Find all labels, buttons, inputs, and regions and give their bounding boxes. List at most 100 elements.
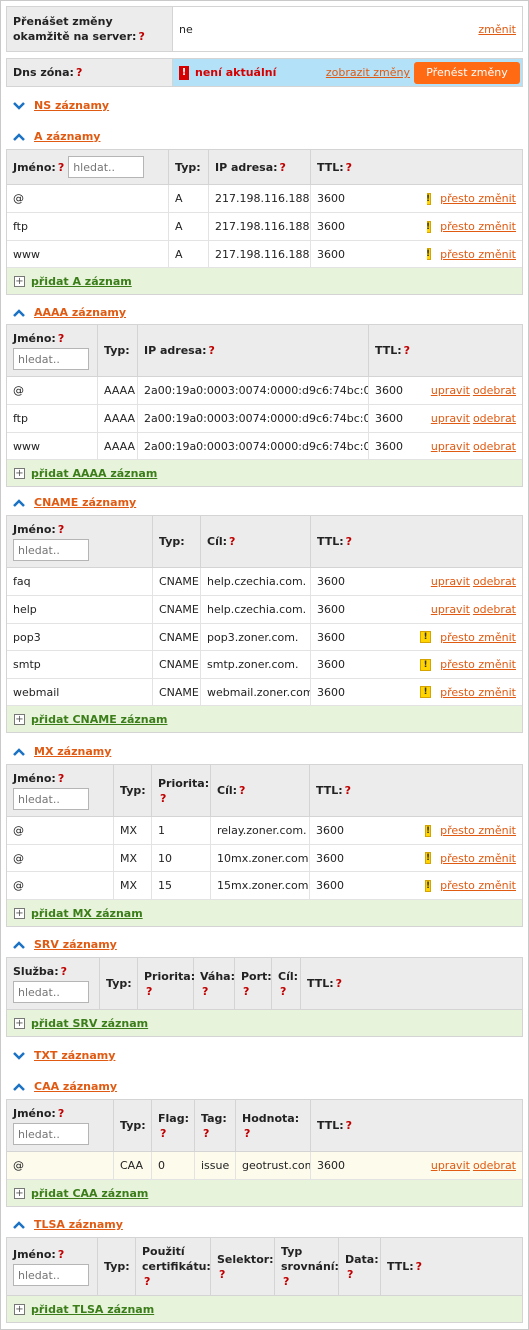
help-icon[interactable]: ? bbox=[345, 783, 351, 798]
remove-link[interactable]: odebrat bbox=[473, 384, 516, 397]
force-change-link[interactable]: přesto změnit bbox=[440, 631, 516, 644]
mx-section-link[interactable]: MX záznamy bbox=[34, 745, 111, 758]
name-search-input[interactable] bbox=[13, 1123, 89, 1145]
add-aaaa-row[interactable]: + přidat AAAA záznam bbox=[7, 460, 522, 486]
add-caa-link[interactable]: přidat CAA záznam bbox=[31, 1187, 148, 1200]
add-cname-link[interactable]: přidat CNAME záznam bbox=[31, 713, 167, 726]
help-icon[interactable]: ? bbox=[336, 976, 342, 991]
help-icon[interactable]: ? bbox=[58, 332, 64, 345]
help-icon[interactable]: ? bbox=[58, 523, 64, 536]
force-change-link[interactable]: přesto změnit bbox=[440, 879, 516, 892]
help-icon[interactable]: ? bbox=[202, 984, 208, 999]
force-change-link[interactable]: přesto změnit bbox=[440, 192, 516, 205]
help-icon[interactable]: ? bbox=[58, 1107, 64, 1120]
help-icon[interactable]: ? bbox=[58, 1248, 64, 1261]
chevron-down-icon bbox=[13, 1051, 25, 1060]
edit-link[interactable]: upravit bbox=[431, 440, 470, 453]
help-icon[interactable]: ? bbox=[280, 984, 286, 999]
txt-section-header[interactable]: TXT záznamy bbox=[13, 1049, 115, 1062]
srv-section-link[interactable]: SRV záznamy bbox=[34, 938, 117, 951]
edit-link[interactable]: upravit bbox=[431, 412, 470, 425]
help-icon[interactable]: ? bbox=[280, 160, 286, 175]
add-mx-row[interactable]: + přidat MX záznam bbox=[7, 900, 522, 926]
force-change-link[interactable]: přesto změnit bbox=[440, 248, 516, 261]
txt-section-link[interactable]: TXT záznamy bbox=[34, 1049, 115, 1062]
add-srv-row[interactable]: + přidat SRV záznam bbox=[7, 1010, 522, 1036]
caa-section-link[interactable]: CAA záznamy bbox=[34, 1080, 117, 1093]
mx-section-header[interactable]: MX záznamy bbox=[13, 745, 111, 758]
table-row: @ A 217.198.116.188 3600 !přesto změnit bbox=[7, 185, 522, 213]
remove-link[interactable]: odebrat bbox=[473, 412, 516, 425]
help-icon[interactable]: ? bbox=[203, 1126, 209, 1141]
remove-link[interactable]: odebrat bbox=[473, 603, 516, 616]
ns-section-link[interactable]: NS záznamy bbox=[34, 99, 109, 112]
help-icon[interactable]: ? bbox=[239, 783, 245, 798]
edit-link[interactable]: upravit bbox=[431, 384, 470, 397]
help-icon[interactable]: ? bbox=[244, 1126, 250, 1141]
add-a-link[interactable]: přidat A záznam bbox=[31, 275, 132, 288]
edit-link[interactable]: upravit bbox=[431, 575, 470, 588]
add-tlsa-row[interactable]: + přidat TLSA záznam bbox=[7, 1296, 522, 1322]
force-change-link[interactable]: přesto změnit bbox=[440, 852, 516, 865]
ns-section-header[interactable]: NS záznamy bbox=[13, 99, 109, 112]
help-icon[interactable]: ? bbox=[347, 1267, 353, 1282]
a-section-link[interactable]: A záznamy bbox=[34, 130, 100, 143]
tlsa-section-link[interactable]: TLSA záznamy bbox=[34, 1218, 123, 1231]
force-change-link[interactable]: přesto změnit bbox=[440, 686, 516, 699]
help-icon[interactable]: ? bbox=[160, 791, 166, 806]
help-icon[interactable]: ? bbox=[229, 534, 235, 549]
aaaa-section-link[interactable]: AAAA záznamy bbox=[34, 306, 126, 319]
col-name: Jméno:? bbox=[7, 516, 153, 567]
name-search-input[interactable] bbox=[13, 348, 89, 370]
show-changes-link[interactable]: zobrazit změny bbox=[326, 66, 410, 79]
help-icon[interactable]: ? bbox=[346, 1118, 352, 1133]
remove-link[interactable]: odebrat bbox=[473, 1159, 516, 1172]
col-usage: Použití certifikátu:? bbox=[136, 1238, 211, 1295]
help-icon[interactable]: ? bbox=[283, 1274, 289, 1289]
add-srv-link[interactable]: přidat SRV záznam bbox=[31, 1017, 148, 1030]
remove-link[interactable]: odebrat bbox=[473, 575, 516, 588]
help-icon[interactable]: ? bbox=[76, 65, 82, 80]
table-row: pop3 CNAME pop3.zoner.com. 3600 ! přesto … bbox=[7, 624, 522, 651]
push-changes-button[interactable]: Přenést změny bbox=[414, 61, 520, 84]
help-icon[interactable]: ? bbox=[219, 1267, 225, 1282]
add-cname-row[interactable]: + přidat CNAME záznam bbox=[7, 706, 522, 732]
name-search-input[interactable] bbox=[13, 539, 89, 561]
help-icon[interactable]: ? bbox=[146, 984, 152, 999]
help-icon[interactable]: ? bbox=[160, 1126, 166, 1141]
force-change-link[interactable]: přesto změnit bbox=[440, 658, 516, 671]
help-icon[interactable]: ? bbox=[61, 965, 67, 978]
name-search-input[interactable] bbox=[68, 156, 145, 178]
name-search-input[interactable] bbox=[13, 1264, 89, 1286]
help-icon[interactable]: ? bbox=[58, 160, 64, 175]
add-caa-row[interactable]: + přidat CAA záznam bbox=[7, 1180, 522, 1206]
force-change-link[interactable]: přesto změnit bbox=[440, 824, 516, 837]
edit-link[interactable]: upravit bbox=[431, 603, 470, 616]
service-search-input[interactable] bbox=[13, 981, 89, 1003]
help-icon[interactable]: ? bbox=[416, 1259, 422, 1274]
add-a-row[interactable]: + přidat A záznam bbox=[7, 268, 522, 294]
caa-section-header[interactable]: CAA záznamy bbox=[13, 1080, 117, 1093]
help-icon[interactable]: ? bbox=[209, 343, 215, 358]
help-icon[interactable]: ? bbox=[346, 534, 352, 549]
help-icon[interactable]: ? bbox=[144, 1274, 150, 1289]
help-icon[interactable]: ? bbox=[346, 160, 352, 175]
help-icon[interactable]: ? bbox=[138, 30, 144, 43]
edit-link[interactable]: upravit bbox=[431, 1159, 470, 1172]
help-icon[interactable]: ? bbox=[243, 984, 249, 999]
a-section-header[interactable]: A záznamy bbox=[13, 130, 100, 143]
push-change-link[interactable]: změnit bbox=[478, 23, 516, 36]
cname-section-header[interactable]: CNAME záznamy bbox=[13, 496, 136, 509]
add-mx-link[interactable]: přidat MX záznam bbox=[31, 907, 143, 920]
aaaa-section-header[interactable]: AAAA záznamy bbox=[13, 306, 126, 319]
add-tlsa-link[interactable]: přidat TLSA záznam bbox=[31, 1303, 154, 1316]
tlsa-section-header[interactable]: TLSA záznamy bbox=[13, 1218, 123, 1231]
name-search-input[interactable] bbox=[13, 788, 89, 810]
remove-link[interactable]: odebrat bbox=[473, 440, 516, 453]
cname-section-link[interactable]: CNAME záznamy bbox=[34, 496, 136, 509]
add-aaaa-link[interactable]: přidat AAAA záznam bbox=[31, 467, 157, 480]
force-change-link[interactable]: přesto změnit bbox=[440, 220, 516, 233]
help-icon[interactable]: ? bbox=[404, 343, 410, 358]
help-icon[interactable]: ? bbox=[58, 772, 64, 785]
srv-section-header[interactable]: SRV záznamy bbox=[13, 938, 117, 951]
